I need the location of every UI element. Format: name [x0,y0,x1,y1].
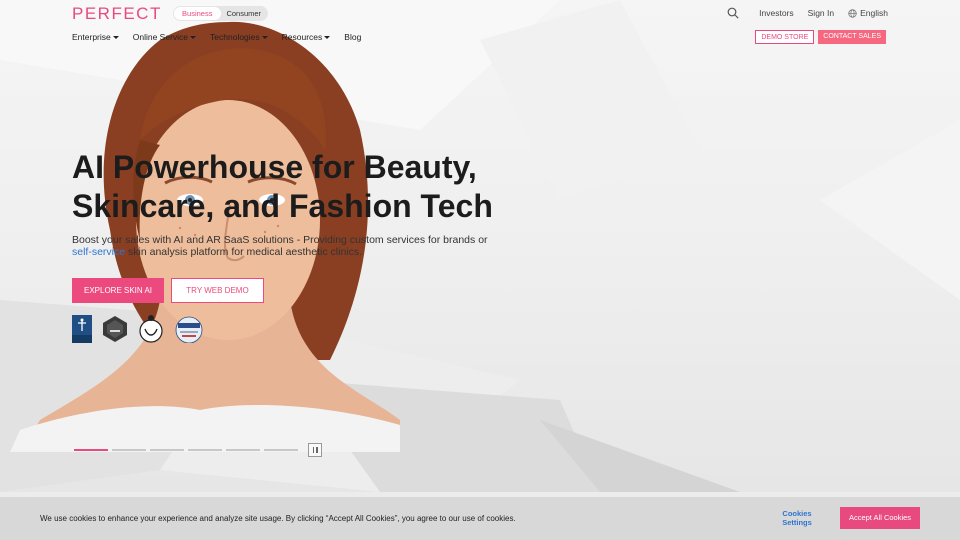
cookies-settings-link[interactable]: Cookies Settings [777,509,817,527]
bsi-badge-icon [139,315,163,343]
nav-buttons: DEMO STORE CONTACT SALES [755,30,886,44]
caret-down-icon [324,35,331,39]
pause-icon [316,447,318,453]
doctors-badge-icon [103,316,127,342]
nav-enterprise[interactable]: Enterprise [72,32,119,42]
cookies-settings-line1: Cookies [782,509,812,518]
search-button[interactable] [727,7,745,19]
carousel-dot-4[interactable] [188,449,222,451]
woman-portrait-image [10,21,400,452]
headline-line-2: Skincare, and Fashion Tech [72,188,493,224]
pause-icon [312,447,314,453]
caret-down-icon [261,35,268,39]
nav-label: Blog [344,32,362,42]
perfect-logo[interactable]: PERFECT [72,4,162,24]
search-icon[interactable] [727,7,739,19]
sign-in-link[interactable]: Sign In [808,8,834,18]
nav-technologies[interactable]: Technologies [210,32,268,42]
cookie-message: We use cookies to enhance your experienc… [40,514,516,523]
certification-badges [72,315,214,343]
top-bar: PERFECT Business Consumer Investors Sign… [0,0,960,26]
hipaa-badge-icon [72,315,92,343]
explore-skin-ai-button[interactable]: EXPLORE SKIN AI [72,278,164,303]
hero-headline: AI Powerhouse for Beauty, Skincare, and … [72,148,502,226]
carousel-pause-button[interactable] [308,443,322,457]
nav-label: Online Service [132,32,189,42]
nav-resources[interactable]: Resources [282,32,331,42]
cookies-settings-line2: Settings [782,518,812,527]
nav-label: Enterprise [72,32,111,42]
self-service-link[interactable]: self-service [72,246,125,258]
top-right-links: Investors Sign In English [713,7,888,19]
accept-all-cookies-button[interactable]: Accept All Cookies [840,507,920,529]
toggle-consumer[interactable]: Consumer [221,7,268,20]
globe-icon [848,8,857,18]
carousel-dot-5[interactable] [226,449,260,451]
caret-down-icon [112,35,119,39]
nav-label: Technologies [210,32,260,42]
carousel-dot-1[interactable] [74,448,108,452]
try-web-demo-button[interactable]: TRY WEB DEMO [171,278,264,303]
nav-online-service[interactable]: Online Service [132,32,197,42]
contact-sales-button[interactable]: CONTACT SALES [818,30,886,44]
subtext-after: skin analysis platform for medical aesth… [125,246,363,258]
headline-line-1: AI Powerhouse for Beauty, [72,149,477,185]
hero-carousel-indicators [74,443,322,457]
carousel-dot-6[interactable] [264,449,298,451]
business-consumer-toggle[interactable]: Business Consumer [173,6,268,21]
language-selector[interactable]: English [848,8,888,18]
caret-down-icon [190,35,197,39]
main-nav: Enterprise Online Service Technologies R… [72,32,375,42]
toggle-business[interactable]: Business [174,7,221,20]
nav-label: Resources [281,32,323,42]
nav-blog[interactable]: Blog [344,32,361,42]
subtext-before: Boost your sales with AI and AR SaaS sol… [72,234,488,246]
demo-store-button[interactable]: DEMO STORE [755,30,815,44]
carousel-dot-3[interactable] [150,449,184,451]
anab-badge-icon [175,316,203,343]
hero-subtext: Boost your sales with AI and AR SaaS sol… [72,234,497,258]
investors-link[interactable]: Investors [759,8,794,18]
cookie-banner: We use cookies to enhance your experienc… [0,497,960,540]
carousel-dot-2[interactable] [112,449,146,451]
language-label: English [860,8,888,18]
